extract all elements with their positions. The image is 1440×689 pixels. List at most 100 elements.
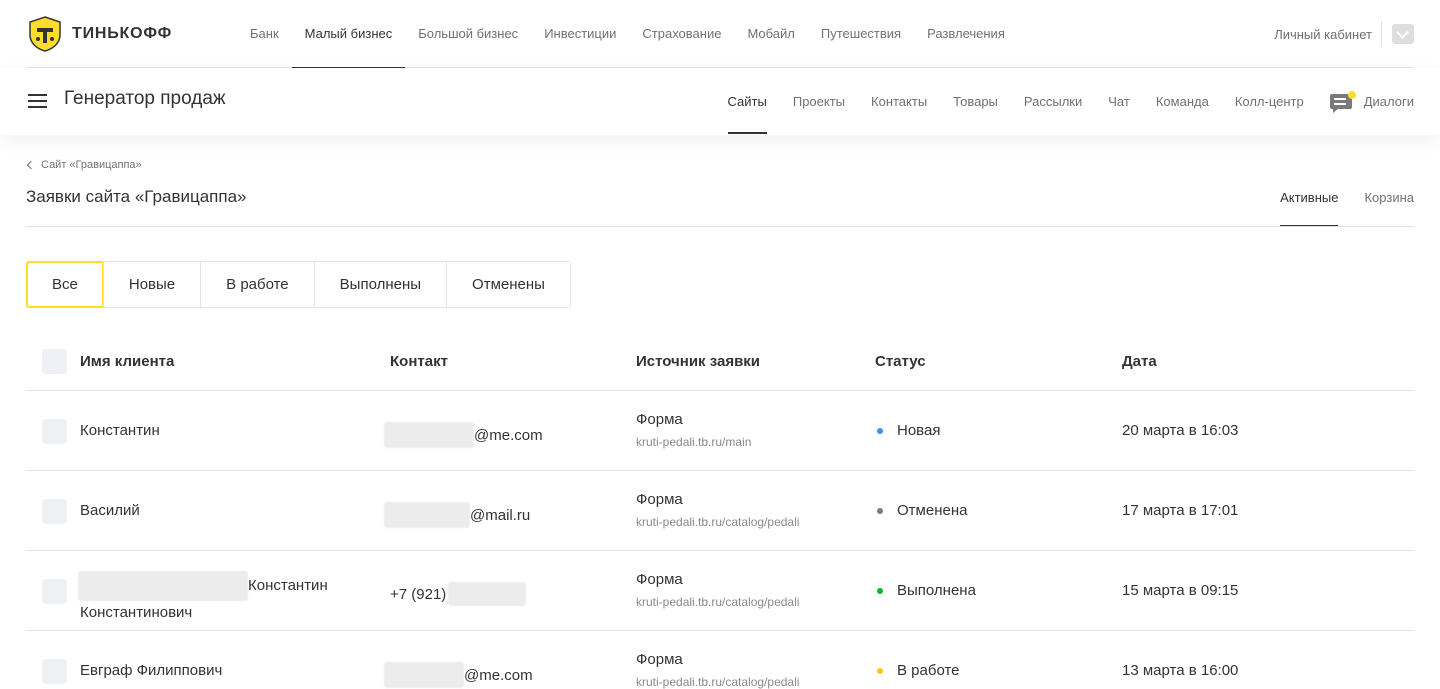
table-row[interactable]: Евграф Филиппович @me.com Форма kruti-pe…	[26, 631, 1414, 689]
top-nav-item-bank[interactable]: Банк	[237, 0, 292, 68]
table-header: Имя клиента Контакт Источник заявки Стат…	[26, 331, 1414, 391]
client-name-line1: Константин	[248, 577, 328, 594]
personal-cabinet[interactable]: Личный кабинет	[1274, 0, 1414, 68]
source-url: kruti-pedali.tb.ru/main	[636, 435, 752, 449]
top-nav-item-travel[interactable]: Путешествия	[808, 0, 914, 68]
divider	[26, 226, 1414, 227]
request-date: 13 марта в 16:00	[1122, 662, 1239, 679]
redacted-text	[78, 571, 248, 601]
status-label: В работе	[897, 662, 960, 679]
source-url: kruti-pedali.tb.ru/catalog/pedali	[636, 675, 800, 689]
client-contact: +7 (921)	[390, 582, 527, 606]
status-label: Отменена	[897, 502, 968, 519]
redacted-text	[448, 582, 527, 606]
top-nav-item-small-business[interactable]: Малый бизнес	[291, 0, 406, 69]
client-name: Константин Константинович	[78, 571, 360, 625]
dialogs-button[interactable]: Диалоги	[1329, 68, 1414, 135]
filter-cancelled-button[interactable]: Отменены	[446, 262, 570, 307]
status-dot-icon	[877, 507, 883, 514]
column-header-contact[interactable]: Контакт	[390, 353, 448, 370]
status-badge: В работе	[875, 662, 960, 679]
row-checkbox[interactable]	[42, 419, 67, 444]
client-contact: @mail.ru	[384, 502, 531, 528]
column-header-date[interactable]: Дата	[1122, 353, 1157, 370]
dialogs-label: Диалоги	[1363, 94, 1414, 109]
column-header-name[interactable]: Имя клиента	[80, 353, 360, 370]
chevron-left-icon	[26, 160, 36, 170]
top-nav: Банк Малый бизнес Большой бизнес Инвести…	[237, 0, 1018, 69]
column-header-status[interactable]: Статус	[875, 353, 926, 370]
divider	[1381, 21, 1382, 47]
source-url: kruti-pedali.tb.ru/catalog/pedali	[636, 515, 800, 529]
top-bar-inner: ТИНЬКОФФ Банк Малый бизнес Большой бизне…	[26, 0, 1414, 69]
row-checkbox[interactable]	[42, 579, 67, 604]
filter-in-progress-button[interactable]: В работе	[200, 262, 314, 307]
product-nav-item-mailings[interactable]: Рассылки	[1024, 68, 1082, 135]
back-link[interactable]: Сайт «Гравицаппа»	[26, 159, 142, 171]
top-nav-item-big-business[interactable]: Большой бизнес	[405, 0, 531, 68]
top-nav-item-mobile[interactable]: Мобайл	[734, 0, 807, 68]
menu-icon[interactable]	[28, 93, 47, 109]
client-contact-value: +7 (921)	[390, 585, 447, 603]
status-filter: Все Новые В работе Выполнены Отменены	[26, 261, 571, 308]
client-contact-value: @mail.ru	[470, 506, 531, 524]
request-date: 15 марта в 09:15	[1122, 582, 1239, 599]
client-name: Василий	[80, 502, 140, 519]
filter-new-button[interactable]: Новые	[102, 262, 201, 307]
column-header-source[interactable]: Источник заявки	[636, 353, 760, 370]
product-nav-item-projects[interactable]: Проекты	[793, 68, 845, 135]
request-source: Форма kruti-pedali.tb.ru/catalog/pedali	[636, 650, 799, 689]
page-tabs: Активные Корзина	[1254, 172, 1414, 227]
source-type: Форма	[636, 571, 683, 588]
request-source: Форма kruti-pedali.tb.ru/catalog/pedali	[636, 570, 799, 611]
status-dot-icon	[877, 667, 883, 674]
product-nav: Сайты Проекты Контакты Товары Рассылки Ч…	[702, 68, 1414, 135]
product-nav-item-call-center[interactable]: Колл-центр	[1235, 68, 1304, 135]
requests-table: Имя клиента Контакт Источник заявки Стат…	[26, 331, 1414, 689]
top-nav-item-insurance[interactable]: Страхование	[629, 0, 734, 68]
filter-all-button[interactable]: Все	[26, 261, 104, 308]
redacted-text	[384, 502, 470, 528]
client-contact-value: @me.com	[474, 426, 543, 444]
request-date: 17 марта в 17:01	[1122, 502, 1239, 519]
row-checkbox[interactable]	[42, 659, 67, 684]
row-checkbox[interactable]	[42, 499, 67, 524]
source-url: kruti-pedali.tb.ru/catalog/pedali	[636, 595, 800, 609]
product-nav-item-contacts[interactable]: Контакты	[871, 68, 927, 135]
select-all-checkbox[interactable]	[42, 349, 67, 374]
top-nav-item-investments[interactable]: Инвестиции	[531, 0, 629, 68]
back-link-label: Сайт «Гравицаппа»	[41, 159, 142, 171]
request-date: 20 марта в 16:03	[1122, 422, 1239, 439]
product-header: Генератор продаж Сайты Проекты Контакты …	[0, 68, 1440, 135]
brand-name: ТИНЬКОФФ	[72, 25, 173, 42]
status-label: Новая	[897, 422, 941, 439]
bank-emblem-icon	[29, 16, 61, 52]
tab-trash[interactable]: Корзина	[1364, 172, 1414, 227]
status-badge: Отменена	[875, 502, 967, 519]
personal-cabinet-label[interactable]: Личный кабинет	[1274, 27, 1372, 42]
table-row[interactable]: Константин Константинович +7 (921) Форма…	[26, 551, 1414, 631]
table-row[interactable]: Василий @mail.ru Форма kruti-pedali.tb.r…	[26, 471, 1414, 551]
status-dot-icon	[877, 427, 883, 434]
filter-done-button[interactable]: Выполнены	[313, 262, 447, 307]
status-dot-icon	[877, 587, 883, 594]
product-nav-item-chat[interactable]: Чат	[1108, 68, 1130, 135]
client-contact: @me.com	[384, 422, 543, 448]
table-row[interactable]: Константин @me.com Форма kruti-pedali.tb…	[26, 391, 1414, 471]
brand-logo[interactable]: ТИНЬКОФФ	[26, 14, 172, 54]
client-name-line2: Константинович	[80, 604, 193, 621]
client-contact: @me.com	[384, 662, 533, 688]
status-label: Выполнена	[897, 582, 976, 599]
product-nav-item-goods[interactable]: Товары	[953, 68, 998, 135]
tab-active[interactable]: Активные	[1280, 172, 1339, 227]
product-nav-item-team[interactable]: Команда	[1156, 68, 1209, 135]
source-type: Форма	[636, 651, 683, 668]
product-nav-item-sites[interactable]: Сайты	[727, 68, 768, 135]
top-nav-item-entertainment[interactable]: Развлечения	[914, 0, 1018, 68]
source-type: Форма	[636, 411, 683, 428]
redacted-text	[384, 662, 464, 688]
redacted-text	[384, 422, 474, 448]
status-badge: Выполнена	[875, 582, 976, 599]
chevron-down-icon[interactable]	[1392, 24, 1414, 44]
product-title: Генератор продаж	[64, 88, 226, 109]
